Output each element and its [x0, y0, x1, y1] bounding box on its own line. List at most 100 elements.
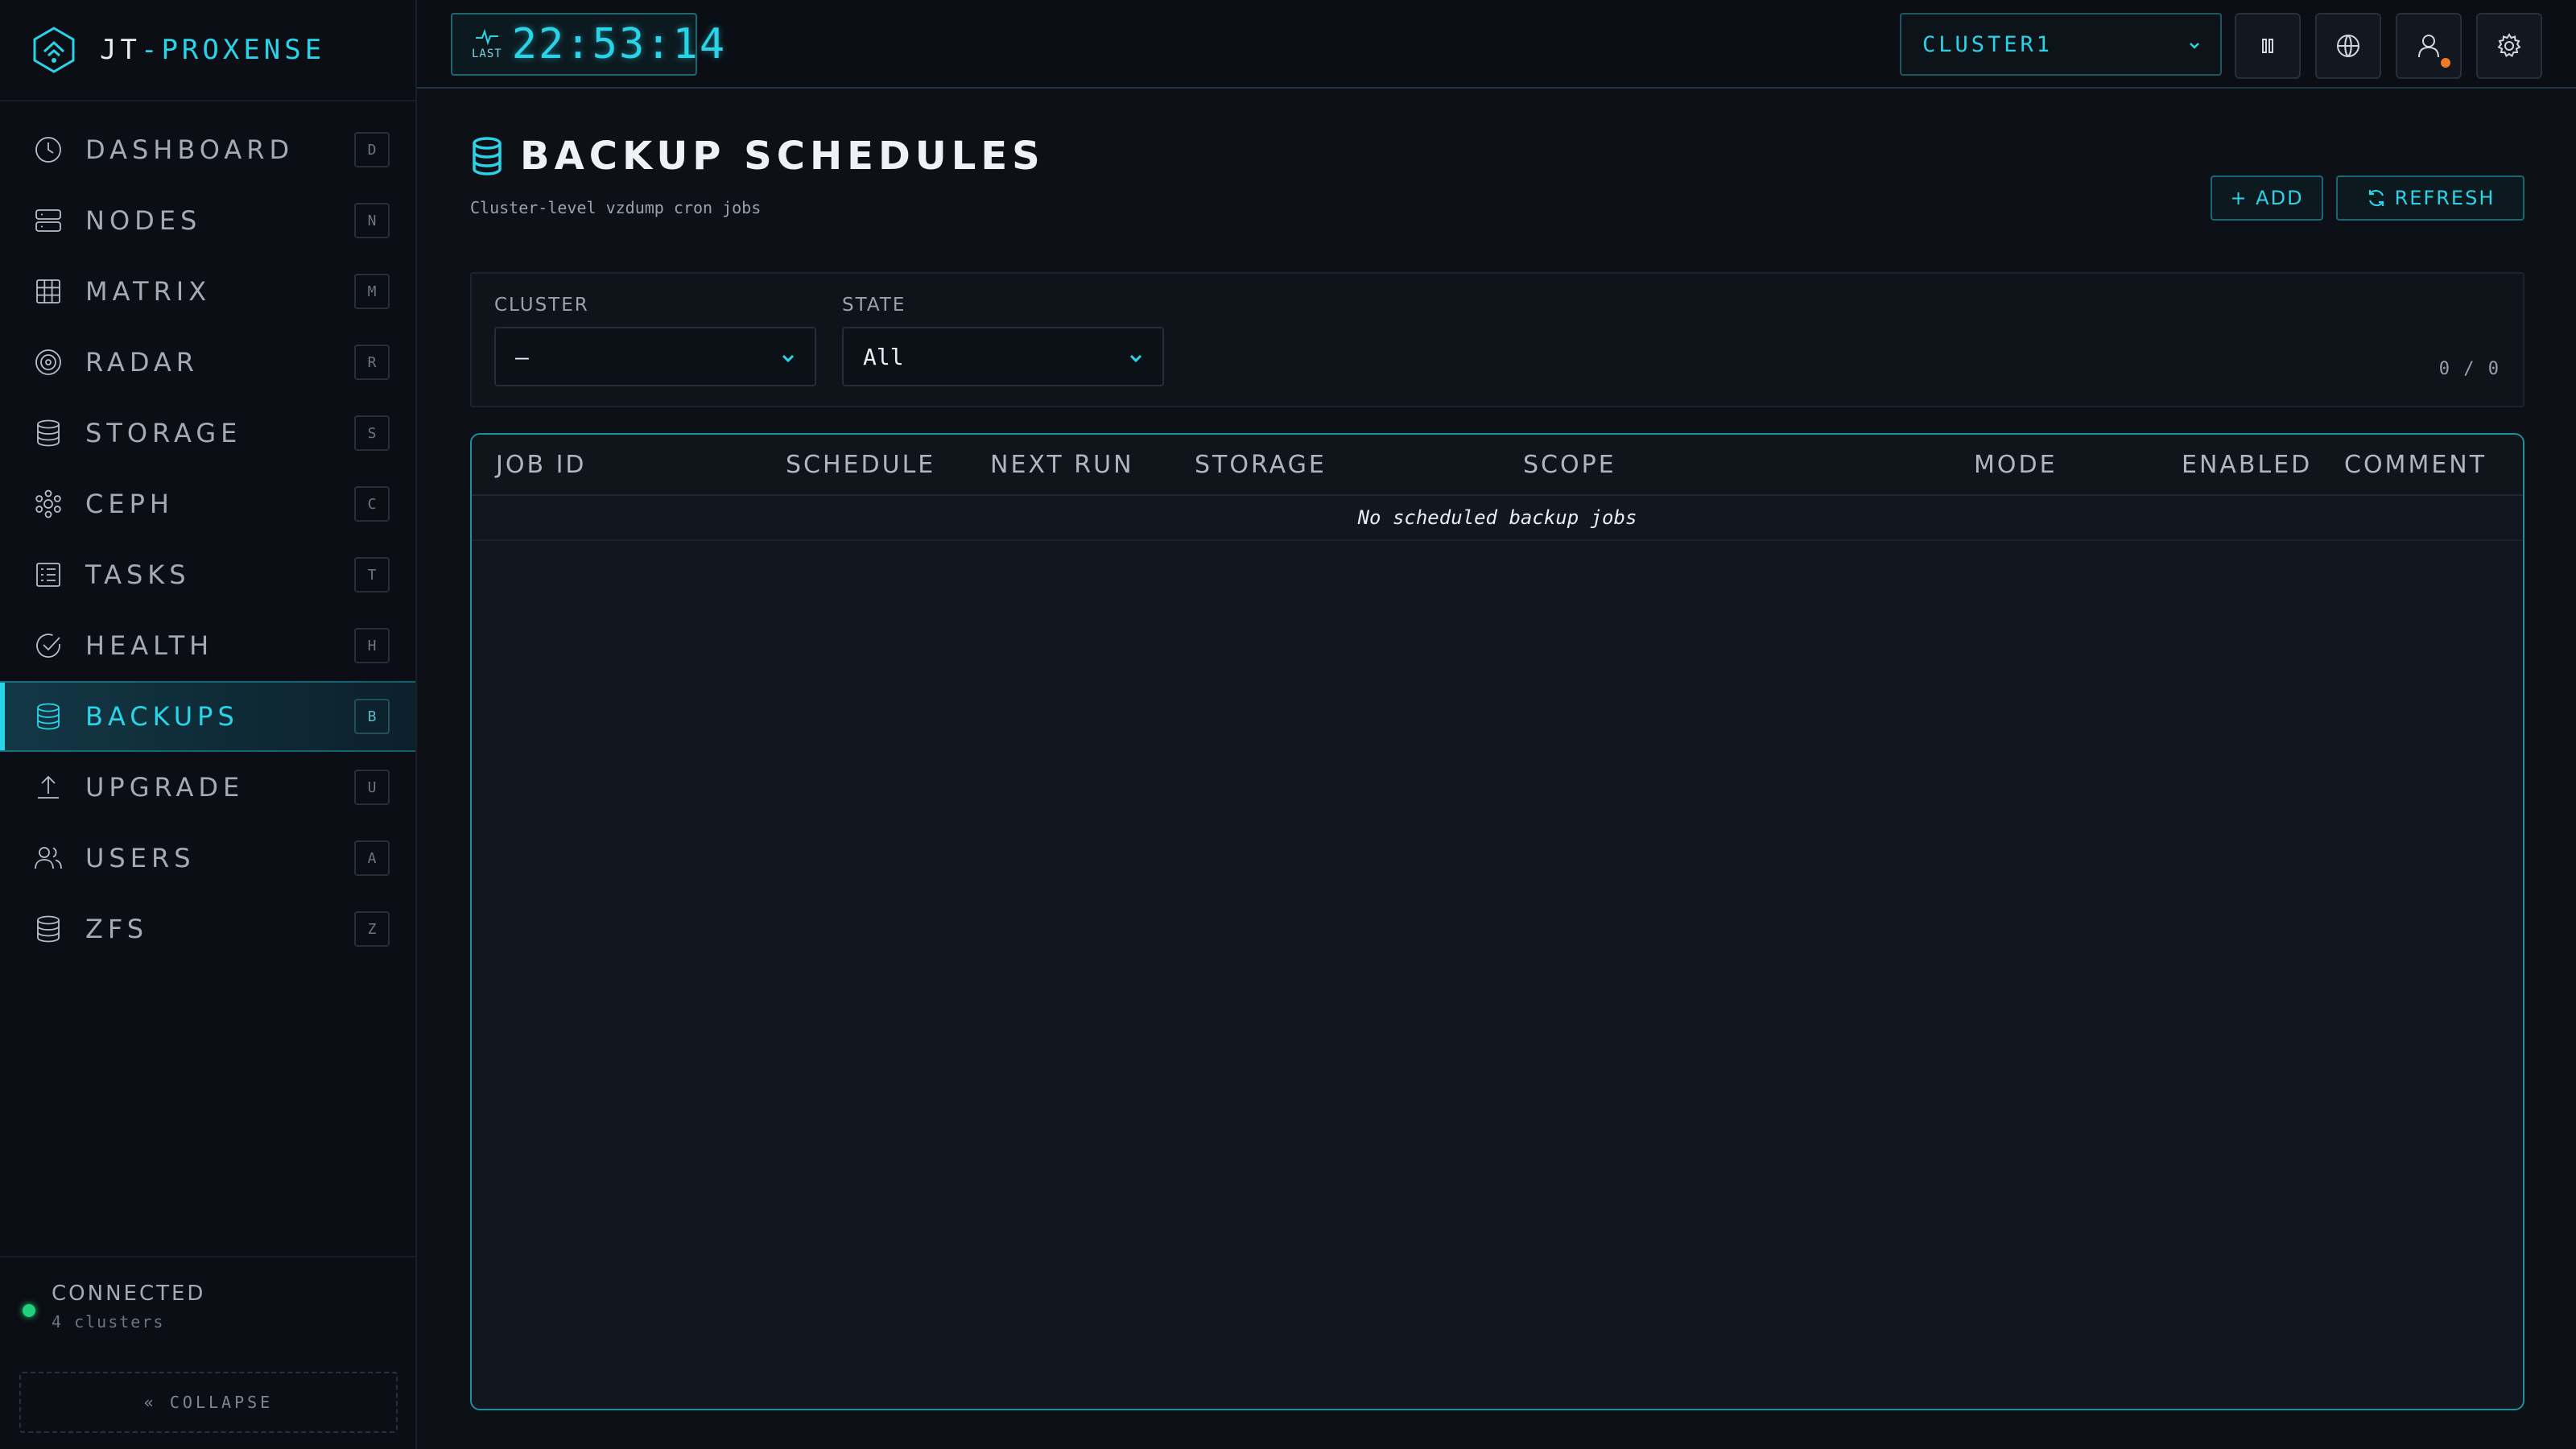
shortcut-key: C	[354, 486, 390, 522]
sidebar-item-health[interactable]: HEALTH H	[0, 610, 415, 681]
server-icon	[32, 204, 64, 237]
cluster-filter: CLUSTER —	[494, 295, 816, 386]
cluster-filter-label: CLUSTER	[494, 295, 589, 316]
chevron-down-icon	[782, 354, 795, 363]
sidebar-item-label: ZFS	[85, 914, 149, 944]
state-filter-select[interactable]: All	[842, 327, 1164, 386]
column-header-next-run[interactable]: NEXT RUN	[990, 451, 1134, 479]
shortcut-key: A	[354, 840, 390, 876]
sidebar-item-backups[interactable]: BACKUPS B	[0, 681, 415, 752]
shortcut-key: H	[354, 628, 390, 663]
page-title-text: BACKUP SCHEDULES	[520, 134, 1045, 179]
brand-logo-icon	[33, 27, 75, 73]
refresh-label: REFRESH	[2394, 187, 2496, 209]
shortcut-key: Z	[354, 911, 390, 947]
column-header-mode[interactable]: MODE	[1974, 451, 2058, 479]
sidebar-item-label: UPGRADE	[85, 772, 245, 803]
brand-separator: -	[140, 34, 162, 66]
sidebar-item-matrix[interactable]: MATRIX M	[0, 256, 415, 327]
sidebar-item-storage[interactable]: STORAGE S	[0, 398, 415, 469]
ceph-icon	[32, 488, 64, 520]
brand[interactable]: JT-PROXENSE	[0, 0, 415, 101]
language-button[interactable]	[2315, 13, 2381, 79]
shortcut-key: R	[354, 345, 390, 380]
sidebar-item-label: DASHBOARD	[85, 134, 295, 165]
shortcut-key: U	[354, 770, 390, 805]
sidebar-item-label: TASKS	[85, 559, 191, 590]
state-filter-value: All	[863, 343, 904, 370]
column-header-schedule[interactable]: SCHEDULE	[786, 451, 935, 479]
sidebar-item-upgrade[interactable]: UPGRADE U	[0, 752, 415, 823]
state-filter-label: STATE	[842, 295, 906, 316]
sidebar-item-label: CEPH	[85, 489, 174, 519]
database-icon	[32, 700, 64, 733]
user-icon	[2418, 35, 2439, 58]
refresh-button[interactable]: REFRESH	[2336, 175, 2524, 221]
shortcut-key: S	[354, 415, 390, 451]
grid-icon	[32, 275, 64, 308]
sidebar-item-label: NODES	[85, 205, 202, 236]
column-header-enabled[interactable]: ENABLED	[2182, 451, 2312, 479]
database-icon	[473, 137, 502, 175]
topbar: LAST 22:53:14 CLUSTER1	[417, 0, 2576, 89]
sidebar-item-nodes[interactable]: NODES N	[0, 185, 415, 256]
sidebar-item-label: USERS	[85, 843, 196, 873]
brand-name: JT-PROXENSE	[100, 34, 325, 66]
sidebar-item-radar[interactable]: RADAR R	[0, 327, 415, 398]
check-circle-icon	[32, 630, 64, 662]
page-header: BACKUP SCHEDULES Cluster-level vzdump cr…	[470, 134, 1045, 217]
sidebar-item-label: BACKUPS	[85, 701, 239, 732]
pause-button[interactable]	[2235, 13, 2301, 79]
status-dot	[23, 1304, 35, 1317]
shortcut-key: T	[354, 557, 390, 592]
connection-detail: 4 clusters	[52, 1312, 165, 1331]
shortcut-key: D	[354, 132, 390, 167]
shortcut-key: B	[354, 699, 390, 734]
settings-button[interactable]	[2476, 13, 2542, 79]
column-header-scope[interactable]: SCOPE	[1523, 451, 1616, 479]
task-list-icon	[32, 559, 64, 591]
sidebar-item-ceph[interactable]: CEPH C	[0, 469, 415, 539]
shortcut-key: N	[354, 203, 390, 238]
sidebar-item-tasks[interactable]: TASKS T	[0, 539, 415, 610]
add-button[interactable]: + ADD	[2211, 175, 2323, 221]
column-header-comment[interactable]: COMMENT	[2344, 451, 2487, 479]
user-menu-button[interactable]	[2396, 13, 2462, 79]
state-filter: STATE All	[842, 295, 1164, 386]
last-update-clock: LAST 22:53:14	[451, 13, 724, 76]
gear-icon	[2497, 33, 2521, 58]
column-header-job-id[interactable]: JOB ID	[496, 451, 587, 479]
clock-icon	[32, 134, 64, 166]
users-icon	[32, 842, 64, 874]
refresh-icon	[2368, 189, 2384, 207]
sidebar-item-users[interactable]: USERS A	[0, 823, 415, 894]
main-content: BACKUP SCHEDULES Cluster-level vzdump cr…	[417, 90, 2576, 1449]
backup-jobs-table: JOB ID SCHEDULE NEXT RUN STORAGE SCOPE M…	[470, 433, 2524, 1410]
filter-bar: CLUSTER — STATE All 0 / 0	[470, 272, 2524, 407]
column-header-storage[interactable]: STORAGE	[1195, 451, 1327, 479]
chevron-down-icon	[2190, 43, 2199, 49]
clock-time: 22:53:14	[511, 20, 727, 68]
sidebar-item-label: RADAR	[85, 347, 200, 378]
cluster-filter-select[interactable]: —	[494, 327, 816, 386]
notification-badge	[2441, 58, 2450, 68]
result-count: 0 / 0	[2438, 359, 2500, 379]
connection-status: CONNECTED 4 clusters	[0, 1256, 415, 1340]
database-icon	[32, 417, 64, 449]
collapse-button[interactable]: « COLLAPSE	[19, 1372, 398, 1433]
upload-icon	[32, 771, 64, 803]
page-subtitle: Cluster-level vzdump cron jobs	[470, 198, 762, 217]
brand-prefix: JT	[100, 34, 141, 66]
clock-caption: LAST	[472, 47, 502, 60]
page-title: BACKUP SCHEDULES	[470, 134, 1045, 179]
database-icon	[32, 913, 64, 945]
sidebar: JT-PROXENSE DASHBOARD D NODES N MATRIX M…	[0, 0, 417, 1449]
pulse-icon	[475, 28, 498, 46]
sidebar-item-dashboard[interactable]: DASHBOARD D	[0, 114, 415, 185]
chevron-down-icon	[1129, 354, 1142, 363]
sidebar-item-zfs[interactable]: ZFS Z	[0, 894, 415, 964]
cluster-select-value: CLUSTER1	[1922, 31, 2054, 57]
cluster-filter-value: —	[515, 343, 529, 370]
cluster-select[interactable]: CLUSTER1	[1900, 13, 2222, 76]
sidebar-item-label: MATRIX	[85, 276, 212, 307]
